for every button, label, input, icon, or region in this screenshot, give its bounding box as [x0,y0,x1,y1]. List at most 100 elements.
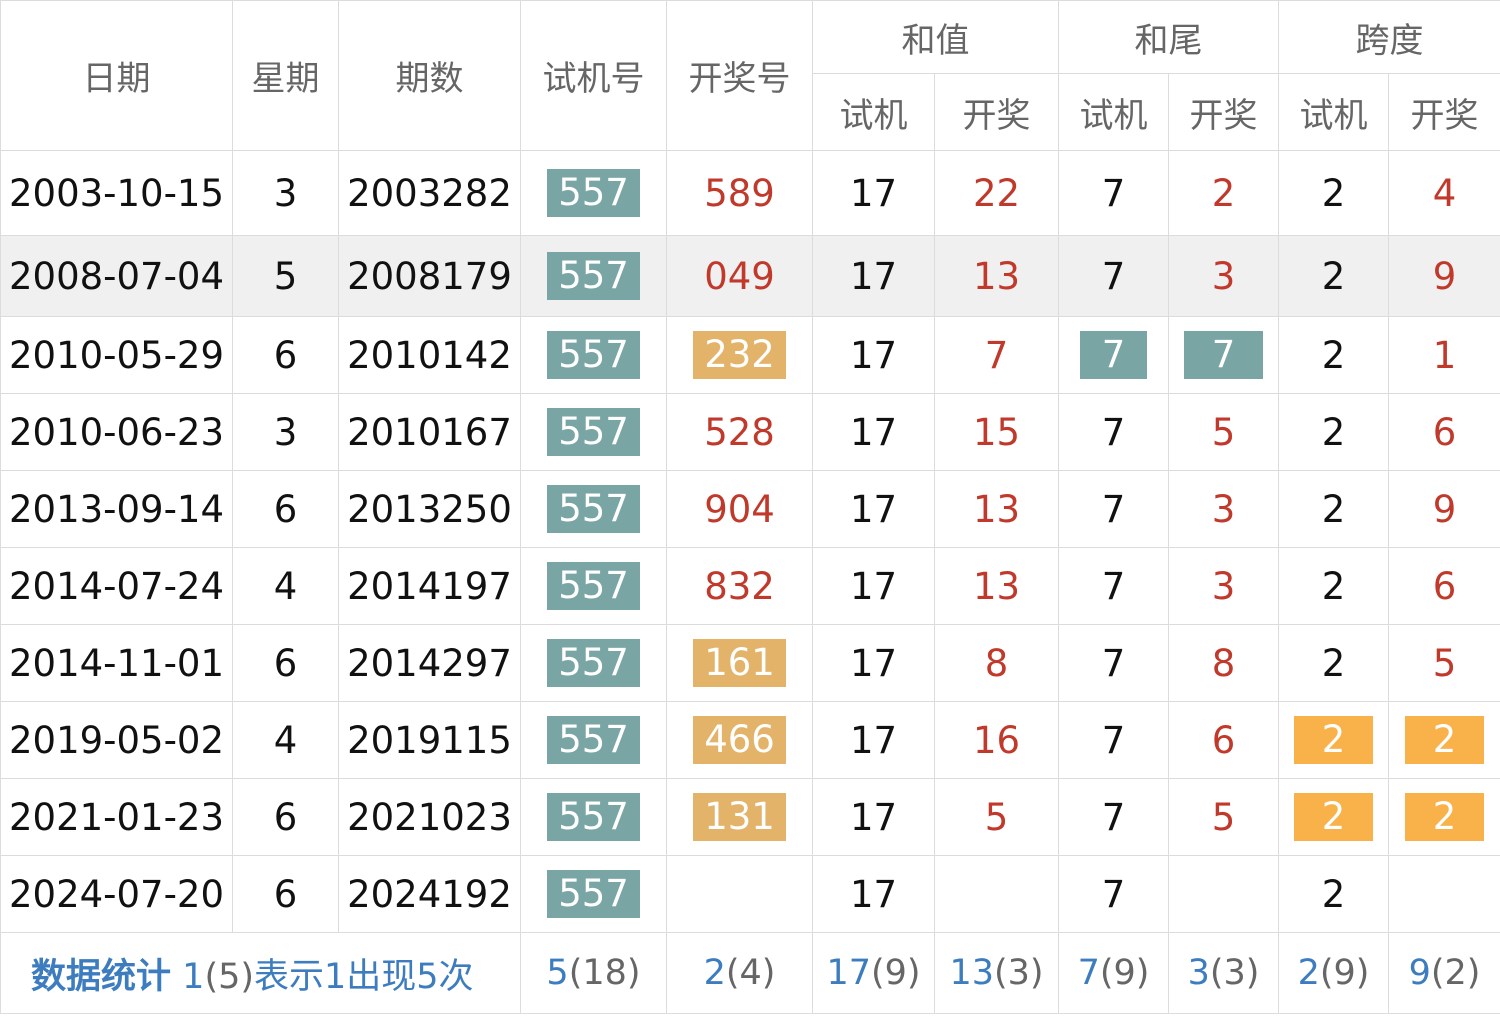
cell-weekday: 5 [232,235,339,317]
header-tail-trial: 试机 [1058,73,1169,151]
lottery-table: 日期 星期 期数 试机号 开奖号 和值 和尾 跨度 试机 开奖 试机 开奖 试机… [0,0,1500,1014]
tail-badge: 7 [1183,331,1264,379]
cell-sum-trial: 17 [812,470,935,548]
cell-tail-draw: 3 [1168,235,1279,317]
trial-badge: 557 [547,331,640,379]
header-tail: 和尾 [1058,0,1279,74]
cell-date: 2003-10-15 [0,150,233,236]
header-span: 跨度 [1278,0,1500,74]
table-row: 2008-07-04 5 2008179 557 049 17 13 7 3 2… [0,235,1500,317]
header-span-trial: 试机 [1278,73,1389,151]
cell-tail-draw: 7 [1168,316,1279,394]
cell-tail-trial: 7 [1058,855,1169,933]
summary-span-trial: 2(9) [1278,932,1389,1014]
cell-tail-trial: 7 [1058,470,1169,548]
cell-trial: 557 [520,855,667,933]
cell-draw: 049 [666,235,813,317]
cell-date: 2008-07-04 [0,235,233,317]
span-badge: 2 [1293,716,1374,764]
header-weekday: 星期 [232,0,339,151]
cell-span-trial: 2 [1278,393,1389,471]
cell-sum-draw: 13 [934,547,1059,625]
summary-count: (9) [870,953,921,993]
cell-weekday: 6 [232,316,339,394]
cell-tail-draw: 3 [1168,547,1279,625]
summary-value: 7 [1077,953,1100,993]
trial-badge: 557 [547,169,640,217]
cell-span-trial: 2 [1278,701,1389,779]
cell-span-draw [1388,855,1500,933]
summary-span-draw: 9(2) [1388,932,1500,1014]
summary-count: (3) [993,953,1044,993]
cell-date: 2013-09-14 [0,470,233,548]
summary-trial: 5(18) [520,932,667,1014]
summary-value: 3 [1187,953,1210,993]
cell-tail-draw: 8 [1168,624,1279,702]
cell-tail-trial: 7 [1058,701,1169,779]
table-row: 2021-01-23 6 2021023 557 131 17 5 7 5 2 … [0,778,1500,856]
cell-tail-draw: 3 [1168,470,1279,548]
draw-badge: 232 [693,331,786,379]
cell-tail-trial: 7 [1058,624,1169,702]
header-draw: 开奖号 [666,0,813,151]
cell-sum-trial: 17 [812,624,935,702]
header-tail-draw: 开奖 [1168,73,1279,151]
tail-badge: 7 [1079,331,1148,379]
table-row: 2024-07-20 6 2024192 557 17 7 2 [0,855,1500,933]
summary-note-text: 表示1出现5次 [254,956,474,997]
summary-value: 2 [703,953,726,993]
summary-value: 2 [1297,953,1320,993]
summary-note-number: 1 [182,956,205,997]
summary-row: 数据统计 1(5)表示1出现5次 5(18) 2(4) 17(9) 13(3) … [0,932,1500,1014]
cell-tail-draw: 5 [1168,778,1279,856]
summary-note-count: (5) [204,956,255,997]
cell-sum-draw: 13 [934,235,1059,317]
cell-draw [666,855,813,933]
cell-weekday: 3 [232,393,339,471]
cell-date: 2010-05-29 [0,316,233,394]
cell-tail-trial: 7 [1058,235,1169,317]
cell-span-trial: 2 [1278,624,1389,702]
cell-tail-draw: 6 [1168,701,1279,779]
cell-span-trial: 2 [1278,235,1389,317]
cell-draw: 904 [666,470,813,548]
cell-span-draw: 9 [1388,470,1500,548]
cell-weekday: 6 [232,470,339,548]
cell-tail-trial: 7 [1058,778,1169,856]
cell-span-draw: 9 [1388,235,1500,317]
cell-date: 2014-07-24 [0,547,233,625]
cell-draw: 528 [666,393,813,471]
cell-span-trial: 2 [1278,778,1389,856]
cell-draw: 161 [666,624,813,702]
cell-sum-trial: 17 [812,316,935,394]
cell-span-draw: 6 [1388,393,1500,471]
span-badge: 2 [1293,793,1374,841]
cell-draw: 232 [666,316,813,394]
cell-span-trial: 2 [1278,547,1389,625]
summary-sum-trial: 17(9) [812,932,935,1014]
header-date: 日期 [0,0,233,151]
cell-weekday: 6 [232,624,339,702]
trial-badge: 557 [547,408,640,456]
table-row: 2019-05-02 4 2019115 557 466 17 16 7 6 2… [0,701,1500,779]
draw-badge: 161 [693,639,786,687]
span-badge: 2 [1404,793,1485,841]
cell-trial: 557 [520,470,667,548]
cell-date: 2019-05-02 [0,701,233,779]
header-trial: 试机号 [520,0,667,151]
cell-tail-draw: 2 [1168,150,1279,236]
cell-span-trial: 2 [1278,316,1389,394]
summary-count: (2) [1430,953,1481,993]
cell-issue: 2010142 [338,316,521,394]
header-span-draw: 开奖 [1388,73,1500,151]
cell-sum-draw: 5 [934,778,1059,856]
cell-sum-draw [934,855,1059,933]
summary-tail-trial: 7(9) [1058,932,1169,1014]
cell-issue: 2021023 [338,778,521,856]
summary-value: 17 [826,953,871,993]
trial-badge: 557 [547,485,640,533]
cell-weekday: 6 [232,855,339,933]
cell-issue: 2013250 [338,470,521,548]
summary-label: 数据统计 1(5)表示1出现5次 [0,932,521,1014]
trial-badge: 557 [547,562,640,610]
